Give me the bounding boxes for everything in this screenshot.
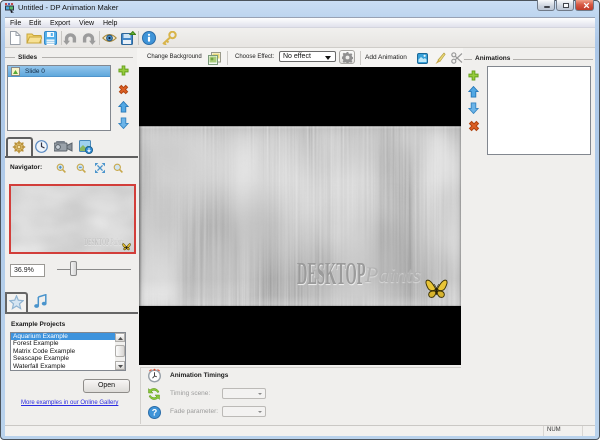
svg-text:?: ? xyxy=(152,408,158,418)
